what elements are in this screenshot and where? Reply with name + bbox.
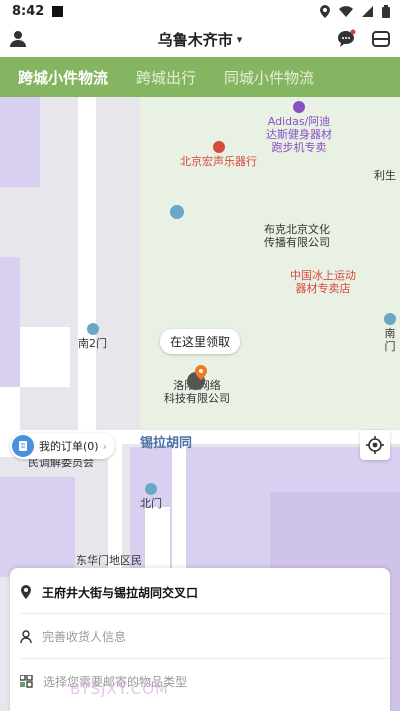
locate-button[interactable] (360, 430, 390, 460)
message-icon[interactable] (334, 27, 358, 51)
notification-icon (52, 5, 64, 17)
tab-cross-city-parcel[interactable]: 跨城小件物流 (18, 67, 108, 88)
watermark: BYSJXY.COM (70, 680, 169, 698)
status-icons (320, 4, 390, 18)
scan-icon[interactable] (369, 27, 393, 51)
user-profile-icon[interactable] (6, 27, 30, 51)
shipping-form-card: 王府井大街与锡拉胡同交叉口 完善收货人信息 选择您需要邮寄的物品类型 (10, 568, 390, 711)
poi-north-gate-label: 北门 (140, 497, 162, 510)
wifi-icon (339, 5, 353, 17)
tab-cross-city-travel[interactable]: 跨城出行 (136, 67, 196, 88)
poi-south-gate-label: 南门 (384, 327, 396, 353)
status-time: 8:42 (12, 3, 45, 19)
poi-south-gate[interactable]: 南门 (380, 313, 400, 353)
poi-buke-label: 布克北京文化 传播有限公司 (264, 223, 330, 249)
pickup-pin-icon[interactable] (186, 365, 214, 395)
battery-icon (382, 4, 390, 18)
pickup-address: 王府井大街与锡拉胡同交叉口 (42, 585, 199, 600)
poi-adidas-label: Adidas/阿迪 达斯健身器材 跑步机专卖 (266, 115, 332, 154)
location-pin-icon (21, 585, 31, 599)
poi-adidas[interactable]: Adidas/阿迪 达斯健身器材 跑步机专卖 (266, 101, 332, 154)
road-label-xila: 锡拉胡同 (140, 436, 193, 451)
order-list-icon (12, 435, 34, 457)
locate-icon (366, 436, 384, 454)
poi-lisheng-label: 利生 (374, 169, 396, 182)
poi-ice-sport[interactable]: 中国冰上运动 器材专卖店 (290, 269, 356, 295)
status-bar: 8:42 (0, 0, 400, 22)
poi-music-store-label: 北京宏声乐器行 (180, 155, 257, 168)
tab-bar: 跨城小件物流 跨城出行 同城小件物流 (0, 57, 400, 97)
chevron-right-icon: › (102, 439, 107, 453)
tab-same-city-parcel[interactable]: 同城小件物流 (224, 67, 314, 88)
chevron-down-icon[interactable]: ▾ (237, 33, 243, 46)
poi-music-store[interactable]: 北京宏声乐器行 (180, 141, 257, 168)
my-orders-label: 我的订单(0) (39, 440, 99, 453)
receiver-info-row[interactable]: 完善收货人信息 (10, 614, 390, 658)
poi-north-gate[interactable]: 北门 (140, 483, 162, 510)
poi-dhm-area-label: 东华门地区民 (76, 554, 142, 567)
item-type-row[interactable]: 选择您需要邮寄的物品类型 (10, 659, 390, 703)
poi-lisheng[interactable]: 利生 (374, 169, 396, 182)
poi-south2-gate[interactable]: 南2门 (78, 323, 107, 350)
poi-south2-label: 南2门 (78, 337, 107, 350)
poi-marker-icon[interactable] (170, 205, 184, 219)
poi-buke[interactable]: 布克北京文化 传播有限公司 (264, 223, 330, 249)
signal-icon (362, 5, 373, 17)
poi-ice-sport-label: 中国冰上运动 器材专卖店 (290, 269, 356, 295)
poi-dhm-area[interactable]: 东华门地区民 (76, 554, 142, 567)
my-orders-button[interactable]: 我的订单(0) › (10, 433, 115, 459)
category-grid-icon (20, 674, 33, 688)
location-status-icon (320, 4, 330, 18)
city-selector[interactable]: 乌鲁木齐市 (158, 29, 233, 50)
pickup-tooltip: 在这里领取 (160, 329, 241, 354)
receiver-info-placeholder: 完善收货人信息 (42, 629, 127, 644)
pickup-address-row[interactable]: 王府井大街与锡拉胡同交叉口 (10, 570, 390, 614)
person-icon (20, 629, 32, 643)
